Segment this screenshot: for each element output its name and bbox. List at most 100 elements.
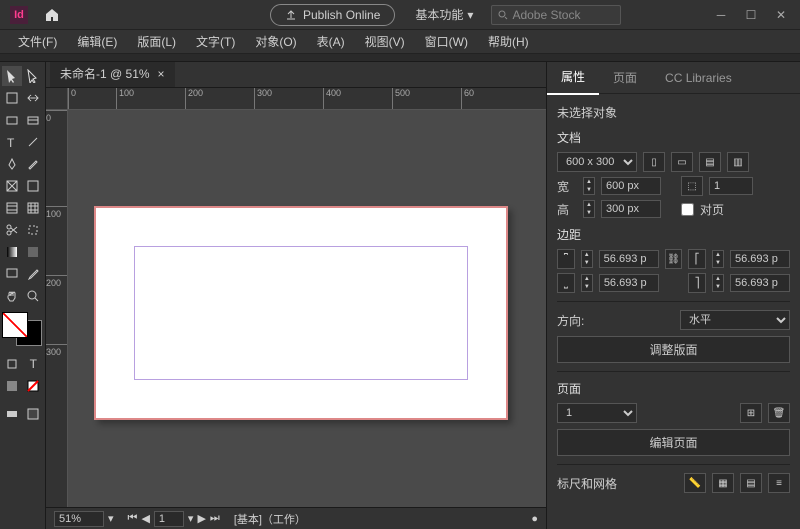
text-toggle[interactable]: T [24,354,44,374]
chevron-down-icon[interactable]: ▾ [108,512,114,525]
ruler-icon[interactable]: 📏 [684,473,706,493]
height-stepper[interactable]: ▲▼ [583,200,595,218]
publish-online-button[interactable]: Publish Online [270,4,395,26]
tab-close-icon[interactable]: × [158,67,165,81]
page-tool[interactable] [2,88,22,108]
menu-view[interactable]: 视图(V) [357,30,413,53]
first-page-icon[interactable]: ⏮ [128,512,138,525]
fill-stroke-swatch[interactable] [2,312,42,346]
direct-selection-tool[interactable] [24,66,44,86]
content-placer-tool[interactable] [24,110,44,130]
page[interactable] [94,206,508,420]
page-navigator[interactable]: ⏮ ◀ ▾ ▶ ⏭ [128,511,220,527]
tab-cc-libraries[interactable]: CC Libraries [651,63,746,93]
orientation-landscape-icon[interactable]: ▭ [671,152,693,172]
margin-bottom-input[interactable] [599,274,659,292]
height-input[interactable] [601,200,661,218]
margin-left-stepper[interactable]: ▲▼ [712,250,724,268]
close-button[interactable]: ✕ [766,4,796,26]
pen-tool[interactable] [2,154,22,174]
zoom-input[interactable] [54,511,104,527]
grid3-icon[interactable]: ≡ [768,473,790,493]
menu-window[interactable]: 窗口(W) [417,30,476,53]
edit-pages-button[interactable]: 编辑页面 [557,429,790,456]
margin-bottom-stepper[interactable]: ▲▼ [581,274,593,292]
margin-top-stepper[interactable]: ▲▼ [581,250,593,268]
menu-help[interactable]: 帮助(H) [480,30,537,53]
home-icon[interactable] [44,7,60,23]
hand-tool[interactable] [2,286,22,306]
menu-table[interactable]: 表(A) [309,30,353,53]
margin-right-stepper[interactable]: ▲▼ [712,274,724,292]
free-transform-tool[interactable] [24,220,44,240]
layer-indicator[interactable]: [基本]（工作） [234,511,306,527]
orientation-select[interactable]: 水平 [680,310,790,330]
scale-icon[interactable]: ⬚ [681,176,703,196]
selection-tool[interactable] [2,66,22,86]
menu-layout[interactable]: 版面(L) [129,30,184,53]
document-tab[interactable]: 未命名-1 @ 51% × [50,62,175,87]
gradient-feather-tool[interactable] [24,242,44,262]
apply-color[interactable] [2,376,22,396]
menu-type[interactable]: 文字(T) [188,30,243,53]
note-tool[interactable] [2,264,22,284]
zoom-level[interactable]: ▾ [54,511,114,527]
normal-view-mode[interactable] [2,404,22,424]
bind-right-icon[interactable]: ▥ [727,152,749,172]
page-input[interactable] [154,511,184,527]
bind-left-icon[interactable]: ▤ [699,152,721,172]
rectangle-tool[interactable] [24,176,44,196]
container-toggle[interactable] [2,354,22,374]
margin-top-input[interactable] [599,250,659,268]
tab-properties[interactable]: 属性 [547,62,599,95]
adjust-layout-button[interactable]: 调整版面 [557,336,790,363]
prev-page-icon[interactable]: ◀ [141,512,149,525]
line-tool[interactable] [24,132,44,152]
gradient-swatch-tool[interactable] [2,242,22,262]
orientation-portrait-icon[interactable]: ▯ [643,152,665,172]
grid2-icon[interactable]: ▤ [740,473,762,493]
pages-count-select[interactable]: 1 [557,403,637,423]
horizontal-ruler[interactable]: 0 100 200 300 400 500 60 [68,88,546,110]
orientation-label: 方向: [557,312,584,329]
zoom-tool[interactable] [24,286,44,306]
width-input[interactable] [601,177,661,195]
link-margins-icon[interactable]: ⛓ [665,249,683,269]
eyedropper-tool[interactable] [24,264,44,284]
adobe-stock-search[interactable]: Adobe Stock [491,5,621,25]
fill-swatch[interactable] [2,312,28,338]
menu-edit[interactable]: 编辑(E) [69,30,125,53]
ruler-origin[interactable] [46,88,68,110]
scissors-tool[interactable] [2,220,22,240]
pencil-tool[interactable] [24,154,44,174]
grid-tool1[interactable] [2,198,22,218]
facing-pages-checkbox[interactable] [681,203,694,216]
margin-right-input[interactable] [730,274,790,292]
margin-left-input[interactable] [730,250,790,268]
apply-none[interactable] [24,376,44,396]
minimize-button[interactable]: ─ [706,4,736,26]
type-tool[interactable]: T [2,132,22,152]
width-stepper[interactable]: ▲▼ [583,177,595,195]
next-page-icon[interactable]: ▶ [197,512,205,525]
delete-page-icon[interactable]: 🗑 [768,403,790,423]
scale-input[interactable] [709,177,753,195]
add-page-icon[interactable]: ⊞ [740,403,762,423]
page-preset-select[interactable]: 600 x 300 [557,152,637,172]
canvas[interactable] [68,110,546,507]
preview-mode[interactable] [24,404,44,424]
grid-tool2[interactable] [24,198,44,218]
last-page-icon[interactable]: ⏭ [210,512,220,525]
errors-icon[interactable]: ● [531,513,538,525]
workspace-switcher[interactable]: 基本功能 ▾ [415,6,473,23]
chevron-down-icon[interactable]: ▾ [188,512,194,525]
gap-tool[interactable] [24,88,44,108]
menu-object[interactable]: 对象(O) [247,30,304,53]
rectangle-frame-tool[interactable] [2,176,22,196]
menu-file[interactable]: 文件(F) [10,30,65,53]
tab-pages[interactable]: 页面 [599,62,651,94]
grid1-icon[interactable]: ▦ [712,473,734,493]
vertical-ruler[interactable]: 0 100 200 300 [46,110,68,507]
content-collector-tool[interactable] [2,110,22,130]
maximize-button[interactable]: ☐ [736,4,766,26]
